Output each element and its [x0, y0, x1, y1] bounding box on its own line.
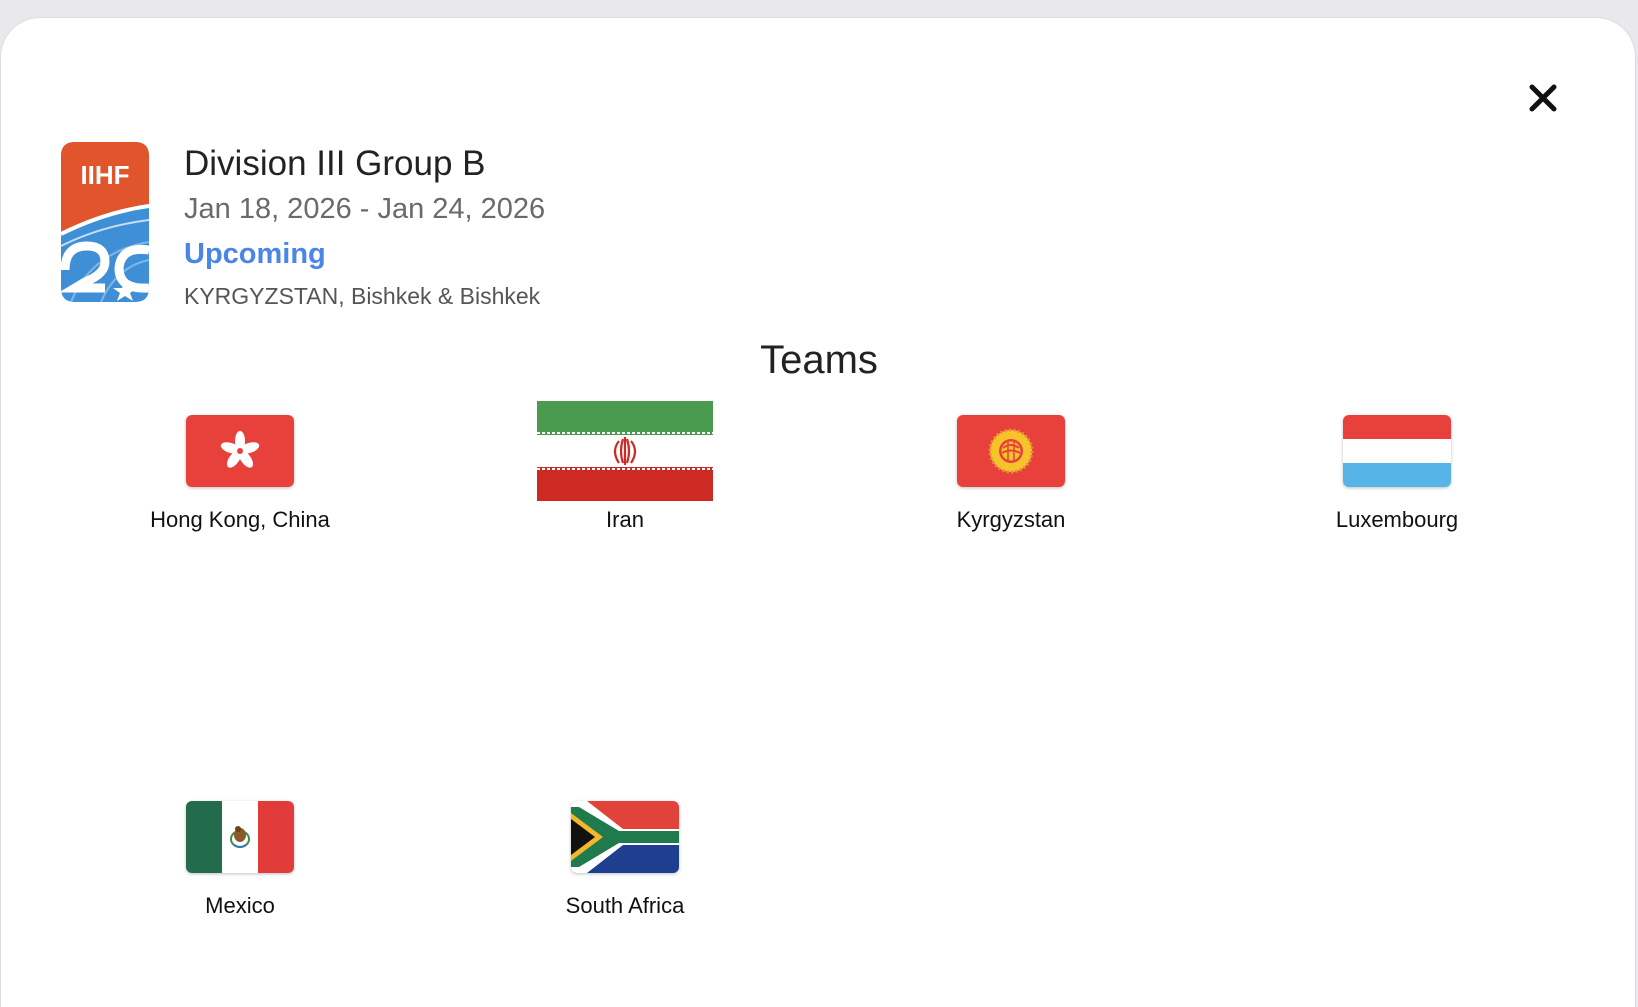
team-kyrgyzstan[interactable]: Kyrgyzstan — [861, 399, 1161, 533]
team-name: Iran — [606, 507, 644, 532]
iran-flag-icon — [537, 401, 713, 501]
team-name: Kyrgyzstan — [956, 507, 1066, 532]
hong-kong-flag-icon — [186, 415, 294, 487]
team-hong-kong[interactable]: Hong Kong, China — [90, 399, 390, 533]
teams-heading: Teams — [760, 338, 878, 382]
team-name: South Africa — [565, 893, 685, 918]
iihf-logo: IIHF — [61, 142, 149, 302]
team-name: Luxembourg — [1335, 507, 1459, 532]
team-south-africa[interactable]: South Africa — [475, 785, 775, 919]
team-mexico[interactable]: Mexico — [90, 785, 390, 919]
south-africa-flag-icon — [571, 801, 679, 873]
mexico-flag-icon — [186, 801, 294, 873]
team-iran[interactable]: Iran — [475, 399, 775, 533]
team-name: Hong Kong, China — [150, 507, 330, 532]
event-title: Division III Group B — [184, 144, 486, 183]
kyrgyzstan-flag-icon — [957, 415, 1065, 487]
close-button[interactable] — [1518, 73, 1568, 123]
luxembourg-flag-icon — [1343, 415, 1451, 487]
event-header: Division III Group B Jan 18, 2026 - Jan … — [184, 142, 545, 316]
team-luxembourg[interactable]: Luxembourg — [1247, 399, 1547, 533]
event-details-modal: IIHF Division III Group B Jan 18, 2026 -… — [0, 17, 1636, 1007]
event-dates: Jan 18, 2026 - Jan 24, 2026 — [184, 193, 546, 225]
event-status: Upcoming — [184, 238, 326, 270]
logo-text: IIHF — [80, 160, 129, 190]
team-name: Mexico — [205, 893, 275, 918]
event-location: KYRGYZSTAN, Bishkek & Bishkek — [184, 283, 541, 309]
close-icon — [1529, 84, 1557, 112]
